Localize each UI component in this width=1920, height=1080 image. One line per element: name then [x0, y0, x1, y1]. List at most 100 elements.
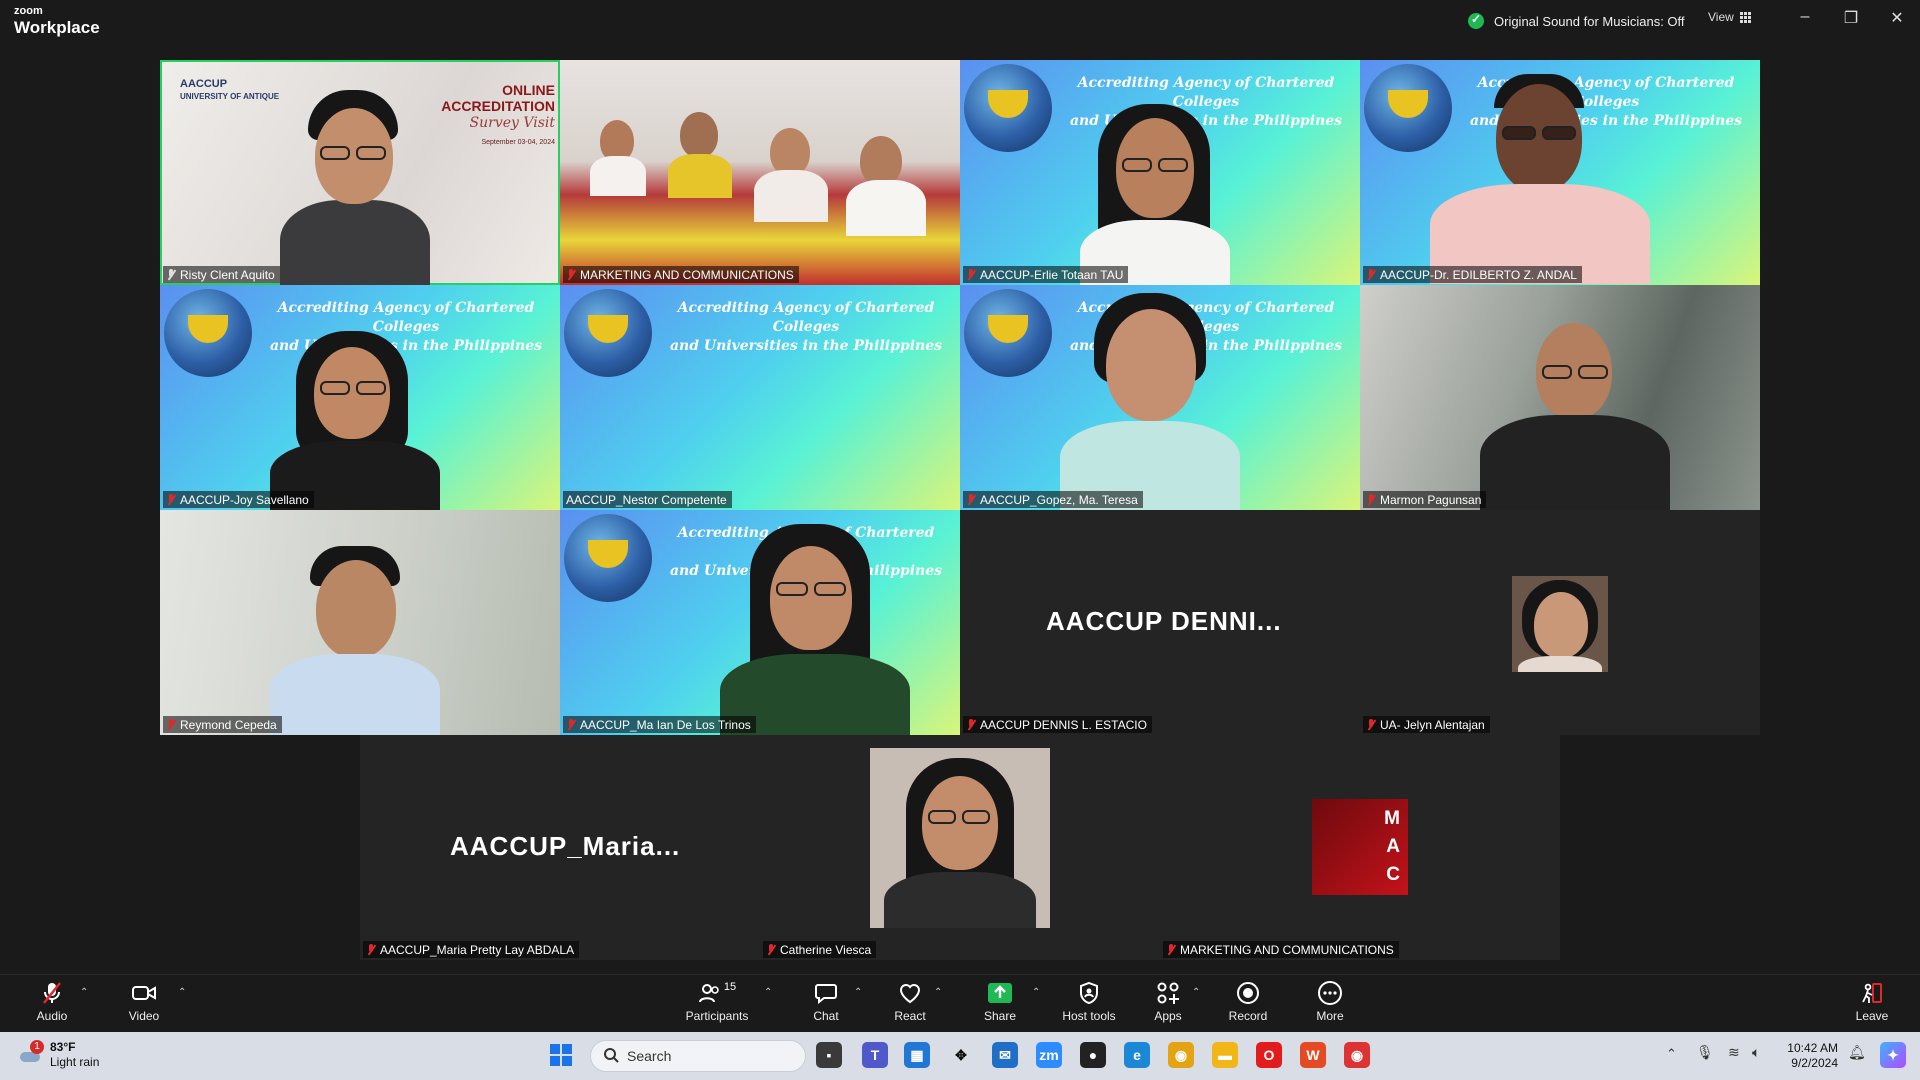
host-tools-button[interactable]: Host tools: [1060, 981, 1118, 1023]
participant-name: AACCUP_Nestor Competente: [566, 492, 727, 507]
search-icon: [603, 1047, 619, 1066]
clock-time: 10:42 AM: [1787, 1041, 1838, 1055]
share-button[interactable]: Share: [980, 981, 1020, 1023]
video-tile-risty[interactable]: AACCUP UNIVERSITY OF ANTIQUE ONLINE ACCR…: [160, 60, 560, 285]
participant-name: Marmon Pagunsan: [1380, 492, 1482, 507]
weather-widget[interactable]: 1 83°F Light rain: [18, 1040, 99, 1070]
video-tile-erlie[interactable]: Accrediting Agency of Chartered Colleges…: [960, 60, 1360, 285]
zoom-app-icon[interactable]: zm: [1036, 1042, 1062, 1068]
participant-name: UA- Jelyn Alentajan: [1380, 717, 1485, 732]
muted-mic-icon: [966, 493, 976, 506]
meeting-toolbar: Audio ⌃ Video ⌃ 15 Participants ⌃ Chat ⌃…: [0, 974, 1920, 1032]
store-icon[interactable]: ▦: [904, 1042, 930, 1068]
react-button[interactable]: React: [890, 981, 930, 1023]
file-explorer-icon[interactable]: ▬: [1212, 1042, 1238, 1068]
mail-icon[interactable]: ✉: [992, 1042, 1018, 1068]
muted-mic-icon: [1166, 943, 1176, 956]
video-camera-icon: [124, 981, 164, 1005]
apps-button[interactable]: Apps: [1148, 981, 1188, 1023]
share-label: Share: [983, 1009, 1017, 1023]
original-sound-indicator[interactable]: Original Sound for Musicians: Off: [1468, 10, 1685, 32]
participants-button[interactable]: 15 Participants: [682, 981, 752, 1023]
chrome-icon[interactable]: ◉: [1168, 1042, 1194, 1068]
participant-name-tag: AACCUP DENNIS L. ESTACIO: [963, 716, 1152, 733]
office-icon[interactable]: W: [1300, 1042, 1326, 1068]
video-tile-maria-pretty[interactable]: AACCUP_Maria... AACCUP_Maria Pretty Lay …: [360, 735, 760, 960]
camera-off-name: AACCUP DENNI...: [1046, 606, 1282, 636]
participants-chevron-icon[interactable]: ⌃: [764, 987, 772, 998]
task-view-icon[interactable]: ▪: [816, 1042, 842, 1068]
video-button[interactable]: Video: [124, 981, 164, 1023]
video-tile-dennis[interactable]: AACCUP DENNI... AACCUP DENNIS L. ESTACIO: [960, 510, 1360, 735]
participants-count: 15: [723, 981, 737, 993]
app-icon[interactable]: ●: [1080, 1042, 1106, 1068]
video-tile-joy[interactable]: Accrediting Agency of Chartered Colleges…: [160, 285, 560, 510]
participant-name-tag: AACCUP-Dr. EDILBERTO Z. ANDAL: [1363, 266, 1582, 283]
opera-icon[interactable]: O: [1256, 1042, 1282, 1068]
leave-button[interactable]: Leave: [1852, 981, 1892, 1023]
video-tile-catherine[interactable]: Catherine Viesca: [760, 735, 1160, 960]
dropbox-icon[interactable]: ✥: [948, 1042, 974, 1068]
wifi-icon[interactable]: ≋: [1728, 1044, 1740, 1061]
react-chevron-icon[interactable]: ⌃: [934, 987, 942, 998]
participant-name: AACCUP-Joy Savellano: [180, 492, 309, 507]
audio-options-chevron-icon[interactable]: ⌃: [80, 987, 88, 998]
aaccup-logo: [164, 289, 252, 377]
view-label: View: [1708, 10, 1734, 24]
aaccup-org-label: AACCUP UNIVERSITY OF ANTIQUE: [180, 78, 279, 102]
windows-start-icon[interactable]: [548, 1042, 574, 1068]
heart-icon: [890, 981, 930, 1005]
audio-label: Audio: [36, 1009, 68, 1023]
share-chevron-icon[interactable]: ⌃: [1032, 987, 1040, 998]
system-clock[interactable]: 10:42 AM 9/2/2024: [1782, 1041, 1838, 1071]
vb-school: UNIVERSITY OF ANTIQUE: [180, 92, 280, 101]
pin-icon: [166, 268, 176, 281]
notification-bell-icon[interactable]: 🔔︎: [1848, 1044, 1866, 1061]
video-tile-marketing-mac[interactable]: M A C MARKETING AND COMMUNICATIONS: [1160, 735, 1560, 960]
video-tile-jelyn[interactable]: UA- Jelyn Alentajan: [1360, 510, 1760, 735]
title-bar: zoom Workplace Original Sound for Musici…: [0, 0, 1920, 44]
participants-label: Participants: [685, 1009, 749, 1023]
more-button[interactable]: More: [1310, 981, 1350, 1023]
view-button[interactable]: View: [1708, 10, 1751, 24]
video-options-chevron-icon[interactable]: ⌃: [178, 987, 186, 998]
clock-date: 9/2/2024: [1791, 1056, 1838, 1070]
video-tile-marmon[interactable]: Marmon Pagunsan: [1360, 285, 1760, 510]
brand-small: zoom: [14, 5, 43, 17]
chrome-profile-icon[interactable]: ◉: [1344, 1042, 1370, 1068]
apps-chevron-icon[interactable]: ⌃: [1192, 987, 1200, 998]
video-tile-teresa[interactable]: Accrediting Agency of Chartered Colleges…: [960, 285, 1360, 510]
chat-chevron-icon[interactable]: ⌃: [854, 987, 862, 998]
chat-bubble-icon: [806, 981, 846, 1005]
teams-icon[interactable]: T: [862, 1042, 888, 1068]
copilot-icon[interactable]: ✦: [1880, 1042, 1906, 1068]
more-label: More: [1316, 1009, 1344, 1023]
taskbar-search[interactable]: Search: [590, 1040, 806, 1072]
muted-mic-icon: [966, 718, 976, 731]
show-hidden-icons-chevron-icon[interactable]: ⌃: [1666, 1046, 1677, 1062]
original-sound-label: Original Sound for Musicians: Off: [1494, 13, 1685, 29]
video-tile-marketing-room[interactable]: MARKETING AND COMMUNICATIONS: [560, 60, 960, 285]
share-screen-icon: [980, 981, 1020, 1005]
video-tile-ma-ian[interactable]: Accrediting Agency of Chartered Colleges…: [560, 510, 960, 735]
audio-button[interactable]: Audio: [32, 981, 72, 1023]
leave-label: Leave: [1855, 1009, 1889, 1023]
close-button[interactable]: ✕: [1882, 8, 1912, 28]
edge-icon[interactable]: e: [1124, 1042, 1150, 1068]
record-button[interactable]: Record: [1228, 981, 1268, 1023]
participant-name-tag: Catherine Viesca: [763, 941, 877, 958]
participant-name: AACCUP_Gopez, Ma. Teresa: [980, 492, 1138, 507]
banner-line1: Accrediting Agency of Chartered Colleges: [1077, 75, 1335, 110]
chat-button[interactable]: Chat: [806, 981, 846, 1023]
microphone-icon[interactable]: 🎙︎: [1696, 1044, 1714, 1061]
muted-mic-icon: [32, 981, 72, 1005]
video-tile-edilberto[interactable]: Accrediting Agency of Chartered Colleges…: [1360, 60, 1760, 285]
host-tools-label: Host tools: [1062, 1009, 1116, 1023]
restore-button[interactable]: ❐: [1836, 8, 1866, 28]
participant-name-tag: AACCUP-Erlie Totaan TAU: [963, 266, 1129, 283]
video-tile-nestor[interactable]: Accrediting Agency of Chartered Colleges…: [560, 285, 960, 510]
minimize-button[interactable]: –: [1790, 8, 1820, 26]
volume-icon[interactable]: 🔈︎: [1752, 1044, 1760, 1061]
participant-name-tag: Risty Clent Aquito: [163, 266, 280, 283]
video-tile-reymond[interactable]: Reymond Cepeda: [160, 510, 560, 735]
